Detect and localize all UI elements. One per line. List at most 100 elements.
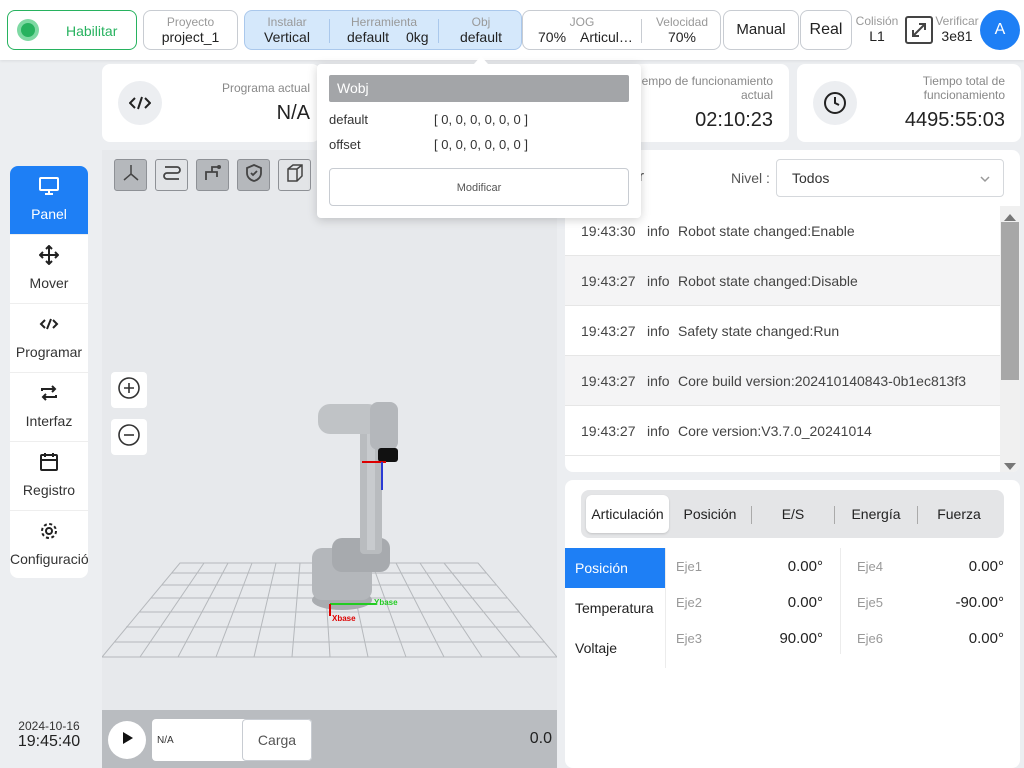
joint-value: -90.00°	[955, 594, 1004, 611]
real-mode-button[interactable]: Real	[800, 10, 852, 50]
manual-mode-button[interactable]: Manual	[723, 10, 799, 50]
sidebar-item-label: Registro	[22, 482, 76, 498]
zoom-out-button[interactable]	[111, 419, 147, 455]
runtime-value: 02:10:23	[695, 109, 773, 131]
log-message: Robot state changed:Disable	[678, 273, 858, 289]
play-button[interactable]	[108, 721, 146, 759]
chevron-down-icon	[979, 172, 991, 190]
log-message: Core version:V3.7.0_20241014	[678, 423, 872, 439]
log-level: info	[647, 273, 670, 289]
zoom-in-icon	[117, 376, 141, 405]
wobj-name: offset	[329, 137, 361, 152]
total-runtime-value: 4495:55:03	[904, 109, 1005, 131]
robot-3d-viewport[interactable]: Xbase Ybase N/A Carga 0.0	[102, 150, 557, 768]
tab-label: Energía	[851, 506, 901, 522]
sidebar-item-label: Interfaz	[25, 413, 73, 429]
real-label: Real	[809, 21, 843, 38]
wobj-value: [ 0, 0, 0, 0, 0, 0 ]	[434, 137, 528, 152]
obj-value: default	[459, 29, 503, 45]
axis-icon	[121, 163, 141, 188]
log-message: Core build version:202410140843-0b1ec813…	[678, 373, 966, 389]
joint-label: Eje5	[857, 595, 884, 610]
enable-status-icon	[17, 19, 39, 41]
side-tab-label: Temperatura	[575, 600, 654, 616]
log-time: 19:43:27	[581, 423, 636, 439]
log-list[interactable]: 19:43:30 info Robot state changed:Enable 1…	[565, 206, 1020, 472]
collision-value: L1	[869, 28, 885, 44]
jog-speed-group[interactable]: JOG 70% Articul… Velocidad 70%	[522, 10, 721, 50]
enable-button[interactable]: Habilitar	[7, 10, 137, 50]
calendar-icon	[39, 452, 59, 472]
user-avatar[interactable]: A	[980, 10, 1020, 50]
project-selector[interactable]: Proyecto project_1	[143, 10, 238, 50]
side-tab-temperature[interactable]: Temperatura	[565, 588, 665, 628]
joint-label: Eje4	[857, 559, 884, 574]
tool-cell[interactable]: Herramienta default 0kg	[330, 15, 438, 45]
scrollbar-thumb[interactable]	[1001, 222, 1019, 380]
wobj-row-offset[interactable]: offset [ 0, 0, 0, 0, 0, 0 ]	[329, 137, 629, 157]
side-tab-voltage[interactable]: Voltaje	[565, 628, 665, 668]
log-scrollbar[interactable]	[1000, 206, 1020, 472]
cube-icon	[285, 163, 305, 188]
obj-cell[interactable]: Obj default	[439, 15, 523, 45]
sidebar-item-log[interactable]: Registro	[10, 442, 88, 511]
fullscreen-icon[interactable]	[904, 15, 934, 45]
sidebar-item-move[interactable]: Mover	[10, 235, 88, 304]
tcp-view-button[interactable]	[196, 159, 229, 191]
gear-icon	[39, 521, 59, 541]
joint-value: 0.00°	[968, 558, 1004, 575]
side-tab-label: Voltaje	[575, 640, 618, 656]
joints-panel: Articulación Posición E/S Energía Fuerza…	[565, 480, 1020, 768]
sidebar-item-program[interactable]: Programar	[10, 304, 88, 373]
zoom-in-button[interactable]	[111, 372, 147, 408]
load-button[interactable]: Carga	[242, 719, 312, 761]
speed-label: Velocidad	[655, 15, 709, 29]
tab-force[interactable]: Fuerza	[918, 495, 1000, 533]
joints-tab-bar: Articulación Posición E/S Energía Fuerza	[581, 490, 1004, 538]
runtime-label: empo de funcionamiento actual	[641, 74, 773, 102]
tab-label: E/S	[781, 506, 805, 522]
collision-indicator[interactable]: Colisión L1	[854, 14, 900, 44]
code-icon	[118, 81, 162, 125]
scroll-down-icon[interactable]	[1003, 459, 1017, 472]
level-select[interactable]: Todos	[776, 159, 1004, 197]
path-view-button[interactable]	[155, 159, 188, 191]
sidebar-item-settings[interactable]: Configuración	[10, 511, 88, 578]
axis-x-label: Xbase	[332, 614, 356, 623]
shield-icon	[244, 163, 264, 188]
joint-label: Eje2	[676, 595, 703, 610]
log-time: 19:43:27	[581, 373, 636, 389]
tool-load: 0kg	[406, 29, 429, 45]
tool-value: default	[347, 29, 390, 45]
tab-position[interactable]: Posición	[669, 495, 751, 533]
tab-articulation[interactable]: Articulación	[586, 495, 669, 533]
program-label: Programa actual	[221, 81, 310, 95]
wobj-value: [ 0, 0, 0, 0, 0, 0 ]	[434, 112, 528, 127]
modify-button[interactable]: Modificar	[329, 168, 629, 206]
safety-view-button[interactable]	[237, 159, 270, 191]
jog-cell[interactable]: JOG 70% Articul…	[523, 15, 641, 45]
avatar-letter: A	[994, 21, 1006, 38]
level-value: Todos	[792, 170, 830, 186]
axis-view-button[interactable]	[114, 159, 147, 191]
box-view-button[interactable]	[278, 159, 311, 191]
side-tab-position[interactable]: Posición	[565, 548, 665, 588]
verify-indicator[interactable]: Verificar 3e81	[934, 14, 980, 44]
verify-label: Verificar	[935, 14, 979, 28]
install-tool-obj-group[interactable]: Instalar Vertical Herramienta default 0k…	[244, 10, 522, 50]
log-row: 19:43:27 info Safety state changed:Run	[565, 306, 1000, 356]
speed-cell[interactable]: Velocidad 70%	[642, 15, 722, 45]
program-selector[interactable]: N/A Carga	[152, 719, 312, 761]
sidebar-item-interface[interactable]: Interfaz	[10, 373, 88, 442]
tab-energy[interactable]: Energía	[835, 495, 917, 533]
sidebar-item-panel[interactable]: Panel	[10, 166, 88, 235]
tab-io[interactable]: E/S	[752, 495, 834, 533]
wobj-row-default[interactable]: default [ 0, 0, 0, 0, 0, 0 ]	[329, 112, 629, 132]
sidebar-nav: Panel Mover Programar Interfaz Registro …	[10, 166, 88, 578]
modify-label: Modificar	[456, 182, 502, 194]
clock-icon	[813, 81, 857, 125]
load-label: Carga	[257, 732, 297, 748]
install-cell[interactable]: Instalar Vertical	[245, 15, 329, 45]
popover-title: Wobj	[337, 80, 369, 96]
log-level: info	[647, 373, 670, 389]
